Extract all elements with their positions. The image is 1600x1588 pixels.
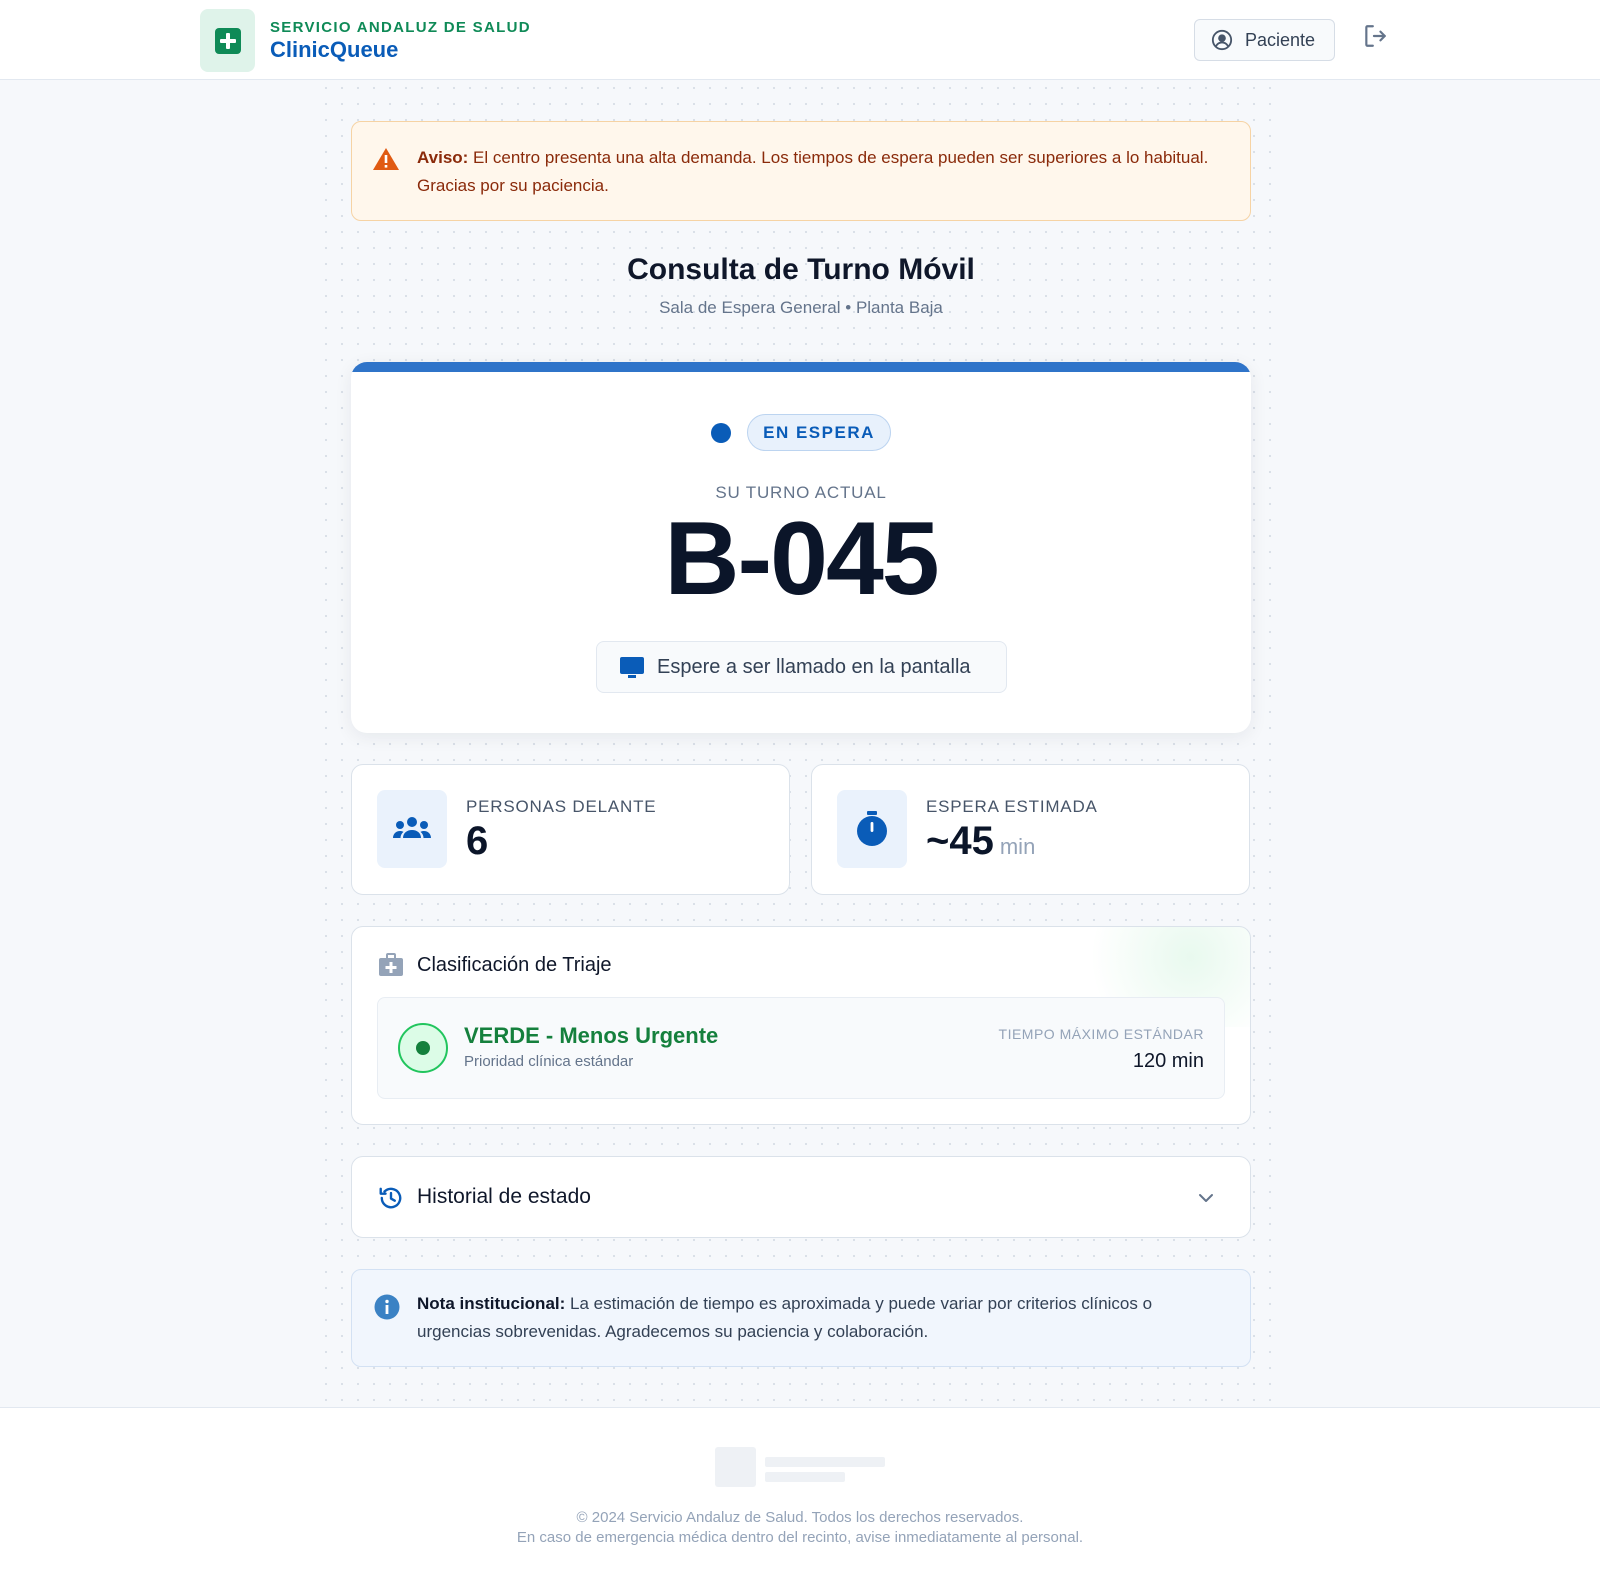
call-instruction-text: Espere a ser llamado en la pantalla: [657, 655, 971, 678]
stopwatch-icon: [857, 811, 887, 846]
estimated-wait-value: ~45 min: [926, 819, 1035, 864]
status-badge: EN ESPERA: [747, 414, 891, 451]
triage-heading: Clasificación de Triaje: [417, 953, 612, 976]
history-icon: [379, 1187, 402, 1209]
group-icon: [393, 817, 431, 838]
footer-text-placeholder: [765, 1472, 845, 1482]
medical-cross-logo-icon: [200, 9, 255, 72]
estimated-wait-icon-box: [837, 790, 907, 868]
ticket-card: EN ESPERA SU TURNO ACTUAL B-045 Espere a…: [351, 362, 1251, 733]
alert-title: Aviso:: [417, 148, 469, 167]
triage-level: VERDE - Menos Urgente: [464, 1023, 719, 1048]
organization-name: SERVICIO ANDALUZ DE SALUD: [270, 18, 531, 36]
user-menu-button[interactable]: Paciente: [1194, 19, 1335, 61]
people-ahead-card: PERSONAS DELANTE 6: [351, 764, 790, 895]
estimated-wait-unit: min: [999, 834, 1036, 859]
triage-level-box: VERDE - Menos Urgente Prioridad clínica …: [377, 997, 1225, 1099]
ticket-card-accent-bar: [351, 362, 1251, 372]
footer: © 2024 Servicio Andaluz de Salud. Todos …: [0, 1407, 1600, 1588]
turn-number: B-045: [664, 501, 939, 617]
app-name: ClinicQueue: [270, 36, 399, 62]
warning-icon: [373, 148, 399, 170]
logout-icon[interactable]: [1362, 23, 1388, 49]
footer-text-placeholder: [765, 1457, 885, 1467]
footer-copyright: © 2024 Servicio Andaluz de Salud. Todos …: [576, 1509, 1024, 1526]
medical-kit-icon: [379, 953, 403, 976]
top-bar: SERVICIO ANDALUZ DE SALUD ClinicQueue Pa…: [0, 0, 1600, 80]
monitor-icon: [620, 657, 644, 678]
estimated-wait-card: ESPERA ESTIMADA ~45 min: [811, 764, 1250, 895]
info-icon: [374, 1294, 400, 1320]
estimated-wait-number: ~45: [926, 819, 994, 863]
demand-alert: Aviso: El centro presenta una alta deman…: [351, 121, 1251, 221]
triage-max-time-value: 120 min: [1132, 1050, 1204, 1072]
note-title: Nota institucional:: [417, 1294, 566, 1313]
status-history-toggle[interactable]: Historial de estado: [351, 1156, 1251, 1238]
triage-card: Clasificación de Triaje VERDE - Menos Ur…: [351, 926, 1251, 1125]
people-ahead-label: PERSONAS DELANTE: [466, 797, 657, 816]
user-circle-icon: [1211, 29, 1233, 51]
triage-description: Prioridad clínica estándar: [464, 1053, 634, 1070]
status-history-label: Historial de estado: [417, 1185, 591, 1208]
triage-max-time-label: TIEMPO MÁXIMO ESTÁNDAR: [998, 1026, 1204, 1042]
chevron-down-icon: [1199, 1194, 1213, 1202]
page-subtitle: Sala de Espera General • Planta Baja: [659, 298, 943, 317]
brand[interactable]: SERVICIO ANDALUZ DE SALUD ClinicQueue: [200, 9, 531, 72]
estimated-wait-label: ESPERA ESTIMADA: [926, 797, 1098, 816]
page-title: Consulta de Turno Móvil: [627, 253, 975, 286]
people-ahead-icon-box: [377, 790, 447, 868]
status-indicator-dot: [711, 422, 732, 443]
footer-logo-placeholder: [715, 1447, 756, 1487]
alert-text: El centro presenta una alta demanda. Los…: [417, 148, 1209, 195]
institutional-note: Nota institucional: La estimación de tie…: [351, 1269, 1251, 1367]
triage-color-indicator: [398, 1023, 448, 1073]
user-role-label: Paciente: [1245, 29, 1316, 50]
footer-emergency-notice: En caso de emergencia médica dentro del …: [516, 1529, 1084, 1546]
people-ahead-value: 6: [466, 819, 489, 863]
call-instruction: Espere a ser llamado en la pantalla: [596, 641, 1007, 693]
